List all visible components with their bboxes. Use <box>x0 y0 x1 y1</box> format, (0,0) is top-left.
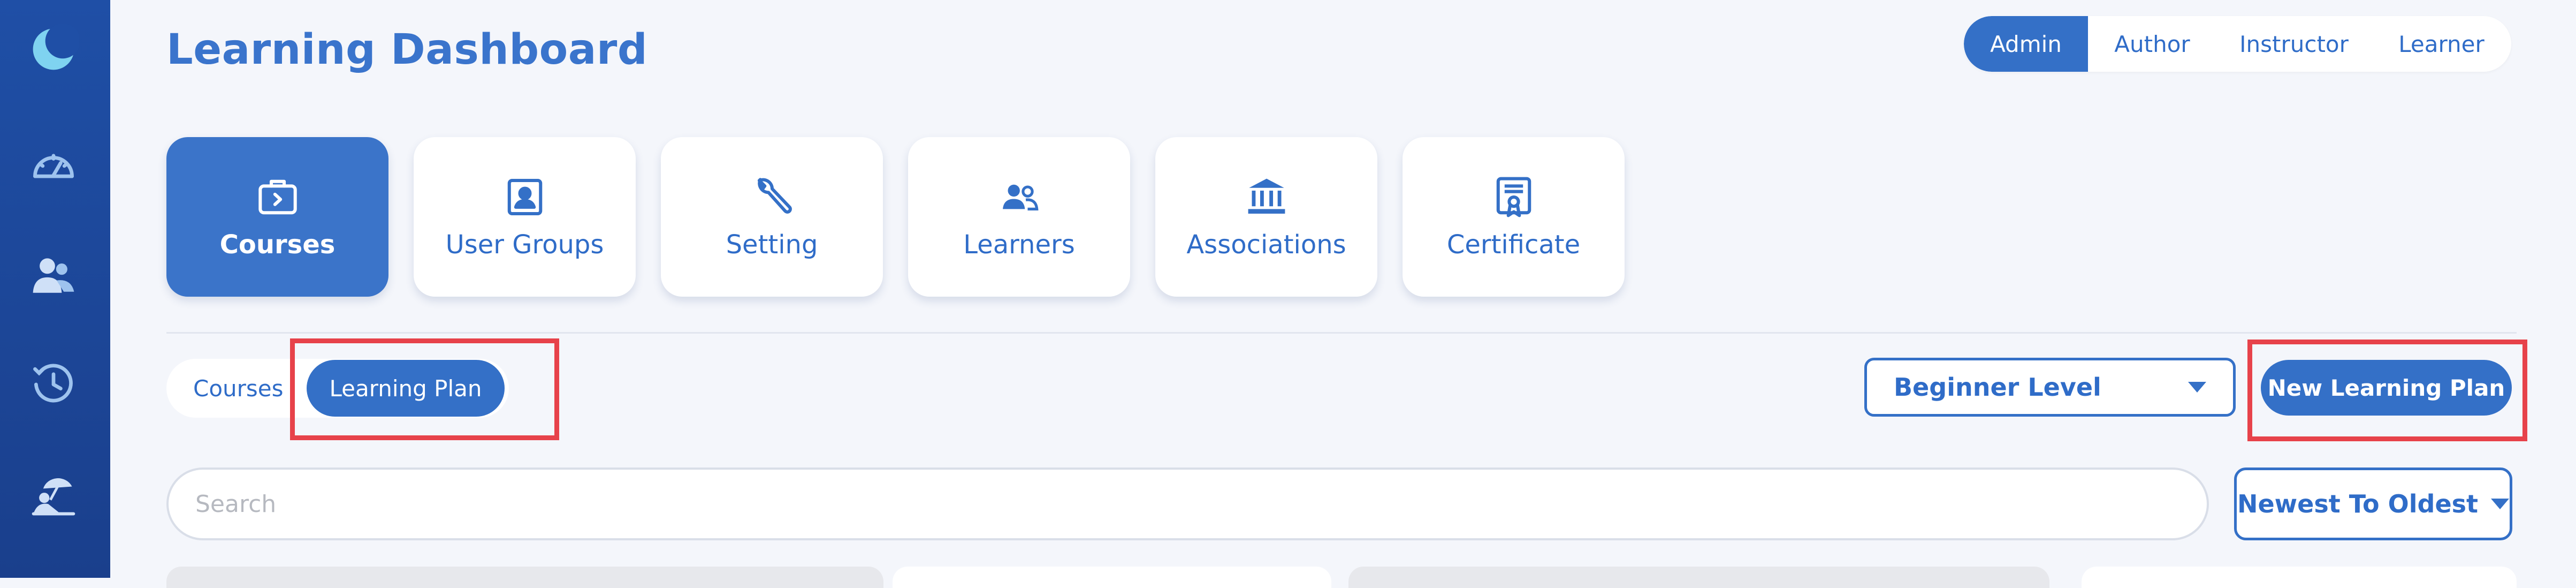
role-author-tab[interactable]: Author <box>2088 16 2216 72</box>
search-input[interactable] <box>194 489 2181 518</box>
tile-user-groups[interactable]: User Groups <box>414 137 636 297</box>
institution-icon <box>1248 178 1285 214</box>
tile-certificate[interactable]: Certificate <box>1403 137 1625 297</box>
tile-label: Learners <box>963 230 1075 260</box>
subtab-courses[interactable]: Courses <box>166 359 310 418</box>
tile-learners[interactable]: Learners <box>908 137 1130 297</box>
two-users-icon <box>1002 184 1039 210</box>
tile-setting[interactable]: Setting <box>661 137 883 297</box>
level-select[interactable]: Beginner Level <box>1864 358 2236 417</box>
search-box <box>166 468 2209 540</box>
role-learner-tab[interactable]: Learner <box>2372 16 2511 72</box>
tile-label: User Groups <box>445 230 604 260</box>
wrench-icon <box>757 178 792 214</box>
certificate-icon <box>1496 177 1531 217</box>
caret-down-icon <box>2188 382 2206 393</box>
dashboard-gauge-icon[interactable] <box>27 138 80 192</box>
tile-associations[interactable]: Associations <box>1155 137 1377 297</box>
sort-select-value: Newest To Oldest <box>2237 489 2479 518</box>
card-peek <box>1348 567 2049 588</box>
briefcase-arrow-icon <box>258 179 297 215</box>
history-clock-icon[interactable] <box>27 357 80 410</box>
user-card-icon <box>507 179 542 215</box>
caret-down-icon <box>2491 499 2510 509</box>
tile-label: Certificate <box>1446 230 1581 260</box>
tile-courses[interactable]: Courses <box>166 137 388 297</box>
sidebar <box>0 0 110 578</box>
sort-select[interactable]: Newest To Oldest <box>2234 468 2512 540</box>
moon-logo-icon[interactable] <box>27 21 80 75</box>
divider <box>166 332 2517 334</box>
page-title: Learning Dashboard <box>166 26 648 74</box>
users-icon[interactable] <box>27 250 80 303</box>
role-instructor-tab[interactable]: Instructor <box>2216 16 2372 72</box>
umbrella-user-icon[interactable] <box>27 467 80 521</box>
highlight-box-learning-plan <box>290 338 559 440</box>
tile-label: Setting <box>726 230 818 260</box>
role-admin-tab[interactable]: Admin <box>1964 16 2088 72</box>
tile-label: Associations <box>1186 230 1346 260</box>
card-peek <box>893 567 1331 588</box>
tile-label: Courses <box>219 230 336 260</box>
card-peek <box>166 567 883 588</box>
level-select-value: Beginner Level <box>1894 373 2101 402</box>
highlight-box-new-learning-plan <box>2247 340 2527 441</box>
card-peek <box>2082 567 2517 588</box>
role-switcher: Admin Author Instructor Learner <box>1964 16 2511 72</box>
